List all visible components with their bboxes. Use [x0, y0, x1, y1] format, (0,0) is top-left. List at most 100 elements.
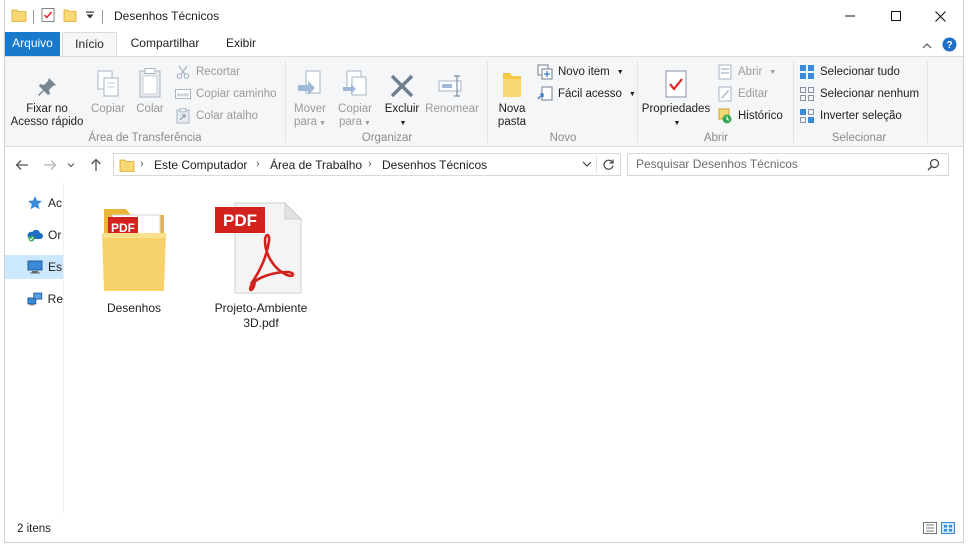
search-icon[interactable]: [927, 158, 940, 174]
edit-icon: [718, 86, 732, 102]
large-icons-view-button[interactable]: [941, 522, 955, 537]
maximize-icon: [891, 11, 901, 21]
select-none-label: Selecionar nenhum: [820, 88, 920, 100]
status-bar: 2 itens: [5, 515, 963, 543]
address-bar[interactable]: › Este Computador › Área de Trabalho › D…: [113, 153, 621, 176]
navigation-pane-border: [63, 183, 64, 513]
ribbon-home: Fixar no Acesso rápido Copiar Colar Reco…: [5, 56, 963, 147]
group-label-new: Novo: [549, 132, 577, 144]
copy-path-button[interactable]: www Copiar caminho: [175, 84, 277, 104]
copy-label: Copiar: [91, 103, 125, 115]
nav-item-label: Re: [47, 292, 63, 306]
easy-access-button[interactable]: Fácil acesso ▼: [537, 84, 636, 104]
open-button[interactable]: Abrir ▼: [717, 62, 776, 82]
tab-exibir[interactable]: Exibir: [213, 32, 269, 56]
new-item-button[interactable]: Novo item ▼: [537, 62, 624, 82]
select-none-button[interactable]: Selecionar nenhum: [799, 84, 919, 104]
copy-icon: [97, 70, 119, 97]
nav-item-quick-access[interactable]: Ac: [5, 191, 63, 215]
breadcrumb-este-computador[interactable]: Este Computador: [154, 158, 247, 172]
file-name-line-1: Projeto-Ambiente: [214, 301, 308, 315]
close-button[interactable]: [917, 0, 963, 32]
history-button[interactable]: Histórico: [717, 106, 783, 126]
search-input[interactable]: [636, 157, 916, 171]
folder-badge-text: PDF: [111, 221, 135, 235]
move-to-button[interactable]: Mover para ▼: [289, 65, 331, 130]
refresh-icon: [603, 159, 614, 170]
file-item-pdf[interactable]: PDF Projeto-Ambiente 3D.pdf: [213, 191, 309, 331]
new-folder-icon[interactable]: [62, 7, 78, 26]
breadcrumb-area-de-trabalho[interactable]: Área de Trabalho: [270, 158, 362, 172]
delete-button[interactable]: Excluir ▼: [381, 65, 423, 130]
paste-shortcut-button[interactable]: Colar atalho: [175, 106, 258, 126]
copy-button[interactable]: Copiar: [87, 65, 129, 116]
refresh-button[interactable]: [602, 158, 615, 174]
address-history-dropdown[interactable]: [582, 158, 592, 173]
minimize-button[interactable]: [827, 0, 873, 32]
up-button[interactable]: [87, 156, 105, 174]
tab-inicio[interactable]: Início: [62, 32, 117, 57]
group-divider: [927, 61, 928, 143]
chevron-down-icon: [582, 161, 592, 167]
select-all-button[interactable]: Selecionar tudo: [799, 62, 900, 82]
scissors-icon: [176, 65, 190, 79]
forward-arrow-icon: [44, 160, 57, 170]
copy-to-icon: [343, 70, 367, 96]
pin-quick-access-button[interactable]: Fixar no Acesso rápido: [7, 65, 87, 129]
close-icon: [934, 10, 946, 22]
navigation-pane: Ac Or Es Re: [5, 183, 63, 513]
rename-button[interactable]: Renomear: [423, 65, 481, 116]
breadcrumb-desenhos-tecnicos[interactable]: Desenhos Técnicos: [382, 158, 487, 172]
breadcrumb-separator[interactable]: ›: [140, 158, 144, 170]
file-list-large-icons: PDF Desenhos PDF Projeto-Ambiente 3D.pdf: [65, 183, 963, 513]
copy-to-button[interactable]: Copiar para ▼: [333, 65, 377, 130]
details-view-button[interactable]: [923, 522, 937, 537]
breadcrumb-separator[interactable]: ›: [368, 158, 372, 170]
folder-with-pdf-icon: PDF: [102, 209, 166, 291]
copy-to-label-1: Copiar: [338, 103, 372, 115]
properties-check-icon[interactable]: [40, 7, 56, 26]
recent-locations-button[interactable]: [65, 156, 77, 174]
dropdown-arrow-icon: ▼: [364, 120, 371, 127]
file-item-folder[interactable]: PDF Desenhos: [86, 191, 182, 316]
properties-button[interactable]: Propriedades ▼: [639, 65, 713, 130]
invert-selection-button[interactable]: Inverter seleção: [799, 106, 902, 126]
chevron-up-icon: [922, 43, 932, 49]
collapse-ribbon-button[interactable]: [922, 39, 932, 53]
cut-button[interactable]: Recortar: [175, 62, 240, 82]
dropdown-arrow-icon: ▼: [673, 120, 681, 127]
delete-label: Excluir: [384, 103, 420, 115]
forward-button[interactable]: [41, 156, 59, 174]
breadcrumb-separator[interactable]: ›: [256, 158, 260, 170]
open-label: Abrir: [738, 66, 763, 78]
paste-shortcut-label: Colar atalho: [196, 110, 259, 122]
group-divider: [285, 61, 286, 143]
search-box[interactable]: [627, 153, 949, 176]
customize-qat-icon[interactable]: [84, 9, 96, 24]
paste-shortcut-icon: [176, 108, 190, 124]
tab-arquivo[interactable]: Arquivo: [5, 32, 60, 56]
dropdown-arrow-icon: ▼: [616, 68, 624, 76]
nav-item-this-pc[interactable]: Es: [5, 255, 63, 279]
nav-item-network[interactable]: Re: [5, 287, 63, 311]
quick-access-toolbar: [11, 7, 103, 26]
dropdown-arrow-icon: ▼: [319, 120, 326, 127]
quick-access-star-icon: [28, 196, 42, 210]
navigation-bar: › Este Computador › Área de Trabalho › D…: [5, 147, 963, 183]
folder-icon: [119, 157, 135, 176]
paste-button[interactable]: Colar: [131, 65, 169, 116]
pin-label-1: Fixar no: [26, 103, 68, 115]
back-button[interactable]: [13, 156, 31, 174]
edit-button[interactable]: Editar: [717, 84, 768, 104]
new-folder-large-icon: [503, 73, 521, 97]
help-button[interactable]: ?: [942, 37, 957, 55]
group-divider: [487, 61, 488, 143]
maximize-button[interactable]: [873, 0, 919, 32]
nav-item-onedrive[interactable]: Or: [5, 223, 63, 247]
item-count: 2 itens: [17, 523, 51, 535]
dropdown-arrow-icon: ▼: [769, 68, 777, 76]
paste-label: Colar: [136, 103, 164, 115]
tab-compartilhar[interactable]: Compartilhar: [119, 32, 211, 56]
new-folder-button[interactable]: Nova pasta: [491, 65, 533, 129]
new-folder-label-1: Nova: [498, 103, 526, 115]
